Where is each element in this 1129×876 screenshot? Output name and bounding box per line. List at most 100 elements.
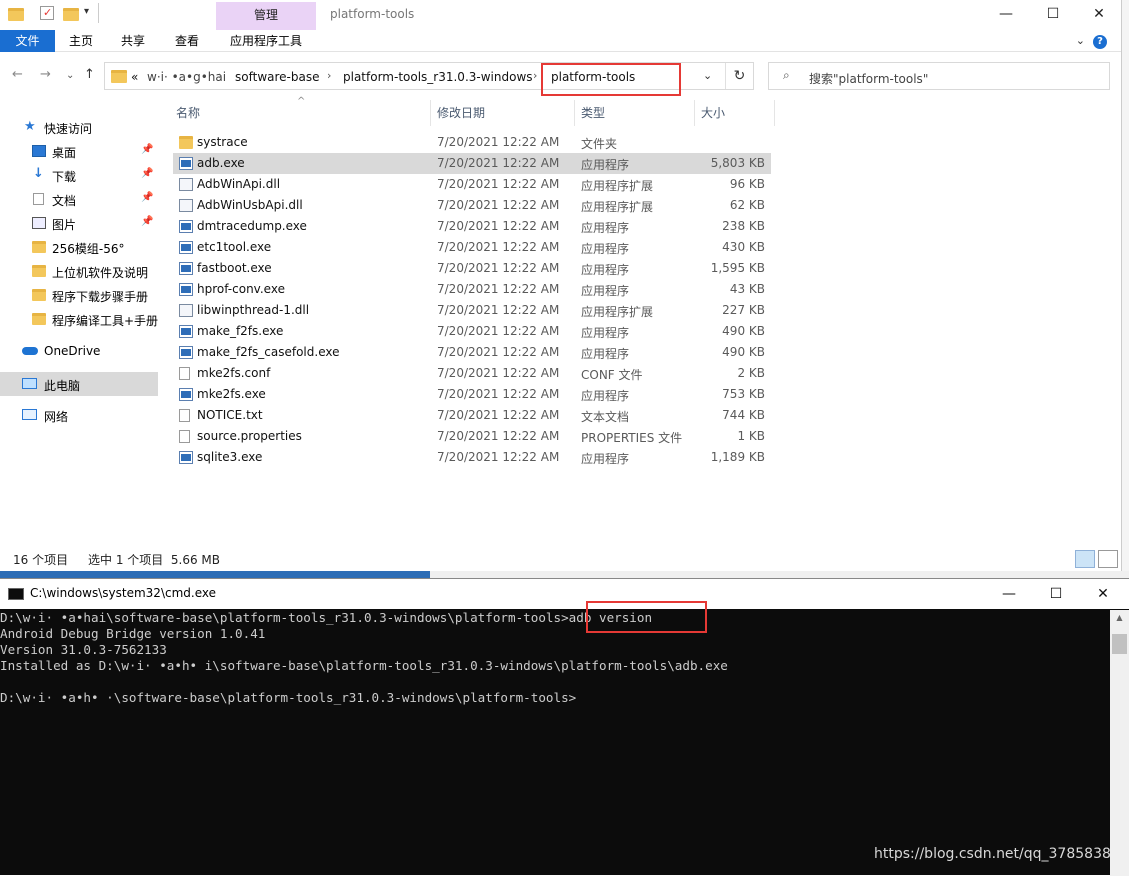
file-date: 7/20/2021 12:22 AM <box>437 135 560 149</box>
file-row-systrace[interactable]: systrace 7/20/2021 12:22 AM 文件夹 <box>173 132 771 153</box>
nav-pictures[interactable]: 图片 📌 <box>0 212 158 234</box>
file-row-make-f2fs-exe[interactable]: make_f2fs.exe 7/20/2021 12:22 AM 应用程序 49… <box>173 321 771 342</box>
details-view-icon[interactable] <box>1075 550 1095 568</box>
file-type: CONF 文件 <box>581 368 643 382</box>
file-row-sqlite3-exe[interactable]: sqlite3.exe 7/20/2021 12:22 AM 应用程序 1,18… <box>173 447 771 468</box>
file-row-adb-exe[interactable]: adb.exe 7/20/2021 12:22 AM 应用程序 5,803 KB <box>173 153 771 174</box>
breadcrumb-platform-tools-r31[interactable]: platform-tools_r31.0.3-windows <box>343 70 533 84</box>
breadcrumb-user-folder[interactable]: w·i· •a•g•hai <box>147 70 226 84</box>
nav-folder-download-manual[interactable]: 程序下载步骤手册 <box>0 284 158 306</box>
nav-label: 上位机软件及说明 <box>52 266 149 280</box>
file-row-make-f2fs-casefold-exe[interactable]: make_f2fs_casefold.exe 7/20/2021 12:22 A… <box>173 342 771 363</box>
tab-share[interactable]: 共享 <box>112 30 154 52</box>
document-icon <box>33 193 44 205</box>
qat-dropdown-icon[interactable]: ▾ <box>84 6 89 17</box>
file-row-hprof-conv-exe[interactable]: hprof-conv.exe 7/20/2021 12:22 AM 应用程序 4… <box>173 279 771 300</box>
search-input[interactable]: 搜索"platform-tools" <box>809 70 928 87</box>
column-divider[interactable] <box>774 100 775 126</box>
folder-icon[interactable] <box>8 8 24 21</box>
nav-downloads[interactable]: ↓ 下载 📌 <box>0 164 158 186</box>
file-name: source.properties <box>197 429 302 443</box>
file-size: 227 KB <box>722 303 765 317</box>
nav-network[interactable]: 网络 <box>0 404 158 426</box>
file-row-mke2fs-exe[interactable]: mke2fs.exe 7/20/2021 12:22 AM 应用程序 753 K… <box>173 384 771 405</box>
file-row-mke2fs-conf[interactable]: mke2fs.conf 7/20/2021 12:22 AM CONF 文件 2… <box>173 363 771 384</box>
console-output[interactable]: D:\w·i· •a•hai\software-base\platform-to… <box>0 610 1110 876</box>
chevron-right-icon[interactable]: › <box>327 69 331 82</box>
close-button[interactable]: ✕ <box>1076 2 1122 26</box>
chevron-down-icon[interactable]: ⌄ <box>703 69 712 82</box>
file-row-dmtracedump-exe[interactable]: dmtracedump.exe 7/20/2021 12:22 AM 应用程序 … <box>173 216 771 237</box>
column-header-type[interactable]: 类型 <box>581 104 605 121</box>
forward-arrow-icon[interactable]: → <box>40 67 51 82</box>
nav-documents[interactable]: 文档 📌 <box>0 188 158 210</box>
chevron-right-icon[interactable]: › <box>218 69 222 82</box>
scrollbar-thumb[interactable] <box>1112 634 1127 654</box>
search-box[interactable]: ⌕ 搜索"platform-tools" <box>768 62 1110 90</box>
breadcrumb-overflow[interactable]: « <box>131 70 138 84</box>
column-divider[interactable] <box>694 100 695 126</box>
executable-icon <box>179 262 193 275</box>
tab-file[interactable]: 文件 <box>0 30 55 52</box>
nav-onedrive[interactable]: OneDrive <box>0 340 158 362</box>
nav-desktop[interactable]: 桌面 📌 <box>0 140 158 162</box>
file-date: 7/20/2021 12:22 AM <box>437 429 560 443</box>
nav-label: 快速访问 <box>44 122 93 136</box>
cloud-icon <box>22 347 38 355</box>
tab-home[interactable]: 主页 <box>60 30 102 52</box>
minimize-button[interactable]: — <box>983 2 1029 26</box>
cmd-maximize-button[interactable]: ☐ <box>1033 582 1079 606</box>
folder-icon <box>111 70 127 83</box>
large-icons-view-icon[interactable] <box>1098 550 1118 568</box>
cmd-close-button[interactable]: ✕ <box>1080 582 1126 606</box>
refresh-button[interactable]: ↻ <box>725 63 753 89</box>
scroll-up-icon[interactable]: ▲ <box>1110 610 1129 626</box>
column-divider[interactable] <box>574 100 575 126</box>
up-arrow-icon[interactable]: ↑ <box>84 67 95 82</box>
file-row-etc1tool-exe[interactable]: etc1tool.exe 7/20/2021 12:22 AM 应用程序 430… <box>173 237 771 258</box>
file-row-adbwinapi-dll[interactable]: AdbWinApi.dll 7/20/2021 12:22 AM 应用程序扩展 … <box>173 174 771 195</box>
file-size: 490 KB <box>722 324 765 338</box>
nav-quick-access[interactable]: ★ 快速访问 <box>0 116 158 138</box>
dll-icon <box>179 304 193 317</box>
breadcrumb-software-base[interactable]: software-base <box>235 70 319 84</box>
folder-icon <box>32 313 46 325</box>
column-header-size[interactable]: 大小 <box>701 104 725 121</box>
file-size: 5,803 KB <box>710 156 765 170</box>
status-bar: 16 个项目 选中 1 个项目 5.66 MB <box>0 548 1122 570</box>
file-row-adbwinusbapi-dll[interactable]: AdbWinUsbApi.dll 7/20/2021 12:22 AM 应用程序… <box>173 195 771 216</box>
executable-icon <box>179 451 193 464</box>
maximize-button[interactable]: ☐ <box>1030 2 1076 26</box>
manage-context-tab[interactable]: 管理 <box>216 2 316 30</box>
file-list: ^ 名称 修改日期 类型 大小 systrace 7/20/2021 12:22… <box>170 96 1120 544</box>
expand-ribbon-icon[interactable]: ⌄ <box>1076 34 1085 47</box>
console-line: Version 31.0.3-7562133 <box>0 642 167 657</box>
tab-app-tools[interactable]: 应用程序工具 <box>216 30 316 52</box>
properties-icon[interactable]: ✓ <box>40 6 54 20</box>
file-row-source-properties[interactable]: source.properties 7/20/2021 12:22 AM PRO… <box>173 426 771 447</box>
back-arrow-icon[interactable]: ← <box>12 67 23 82</box>
chevron-right-icon[interactable]: › <box>533 69 537 82</box>
highlight-box-address <box>541 63 681 96</box>
help-icon[interactable]: ? <box>1093 35 1107 49</box>
column-header-date[interactable]: 修改日期 <box>437 104 485 121</box>
item-count: 16 个项目 <box>13 553 69 567</box>
tab-view[interactable]: 查看 <box>166 30 208 52</box>
file-type: 文本文档 <box>581 410 630 424</box>
recent-locations-icon[interactable]: ⌄ <box>66 70 74 81</box>
file-row-fastboot-exe[interactable]: fastboot.exe 7/20/2021 12:22 AM 应用程序 1,5… <box>173 258 771 279</box>
column-header-name[interactable]: 名称 <box>176 104 200 121</box>
nav-folder-256[interactable]: 256模组-56° <box>0 236 158 258</box>
nav-folder-software[interactable]: 上位机软件及说明 <box>0 260 158 282</box>
new-folder-icon[interactable] <box>63 8 79 21</box>
column-divider[interactable] <box>430 100 431 126</box>
nav-this-pc[interactable]: 此电脑 <box>0 372 158 396</box>
nav-label: 256模组-56° <box>52 242 125 256</box>
nav-folder-compile-tools[interactable]: 程序编译工具+手册 <box>0 308 158 330</box>
file-size: 96 KB <box>729 177 765 191</box>
console-scrollbar[interactable]: ▲ <box>1110 610 1129 876</box>
file-type: 应用程序扩展 <box>581 305 654 319</box>
cmd-minimize-button[interactable]: — <box>986 582 1032 606</box>
file-row-notice-txt[interactable]: NOTICE.txt 7/20/2021 12:22 AM 文本文档 744 K… <box>173 405 771 426</box>
file-row-libwinpthread-dll[interactable]: libwinpthread-1.dll 7/20/2021 12:22 AM 应… <box>173 300 771 321</box>
